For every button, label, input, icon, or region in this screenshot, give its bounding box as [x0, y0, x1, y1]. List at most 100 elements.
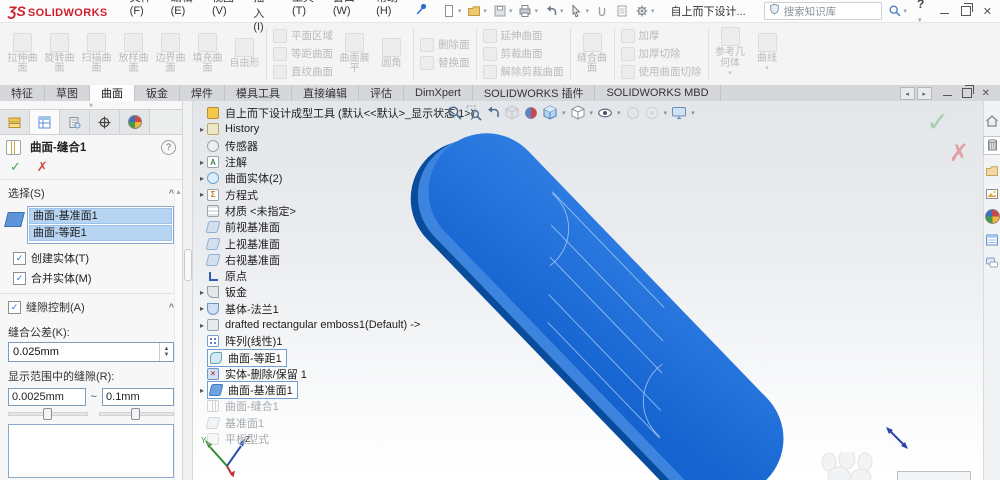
tree-item-surface-plane[interactable]: 曲面-基准面1: [197, 381, 476, 400]
delete-face-button[interactable]: 删除面: [420, 37, 470, 52]
close-icon[interactable]: ✕: [983, 5, 992, 18]
create-solid-checkbox-row[interactable]: 创建实体(T): [0, 246, 182, 266]
cancel-button[interactable]: ✗: [37, 159, 48, 175]
solidworks-resources-icon[interactable]: [983, 136, 1000, 155]
pin-menu-icon[interactable]: [414, 2, 428, 21]
menu-insert[interactable]: 插入(I): [253, 0, 274, 33]
ok-button[interactable]: ✓: [10, 159, 21, 175]
select-icon[interactable]: [567, 3, 591, 19]
properties-icon[interactable]: [613, 3, 631, 19]
tree-item-surface-knit[interactable]: 曲面-缝合1: [197, 398, 476, 414]
extruded-surface-button[interactable]: 拉伸曲面: [5, 32, 40, 75]
appearances-scenes-icon[interactable]: [984, 209, 1000, 224]
tree-item-material[interactable]: 材质 <未指定>: [197, 203, 476, 219]
hide-show-items-icon[interactable]: [597, 105, 613, 121]
tree-item-surface-bodies[interactable]: 曲面实体(2): [197, 170, 476, 186]
selection-listbox[interactable]: 曲面-基准面1 曲面-等距1: [27, 206, 174, 244]
selection-section-header[interactable]: 选择(S) ^: [0, 180, 182, 204]
tree-item-equations[interactable]: 方程式: [197, 186, 476, 202]
confirm-ok-watermark-icon[interactable]: ✓: [926, 107, 949, 138]
graphics-viewport[interactable]: 自上而下设计成型工具 (默认<<默认>_显示状态 1>) History 传感器…: [193, 101, 983, 480]
offset-surface-button[interactable]: 等距曲面: [273, 46, 333, 61]
gap-control-checkbox[interactable]: [8, 300, 21, 314]
selection-item[interactable]: 曲面-等距1: [29, 225, 172, 241]
tab-evaluate[interactable]: 评估: [359, 85, 404, 101]
splitter-handle-icon[interactable]: [184, 249, 192, 281]
knitting-tolerance-input[interactable]: 0.025mm ▲ ▼: [8, 342, 174, 362]
replace-face-button[interactable]: 替换面: [420, 55, 470, 70]
tree-item-flat-pattern[interactable]: 平板型式: [197, 431, 476, 447]
flatten-surface-button[interactable]: 曲面展平: [337, 32, 372, 75]
confirm-cancel-watermark-icon[interactable]: ✗: [949, 139, 969, 168]
tree-item-emboss[interactable]: drafted rectangular emboss1(Default) ->: [197, 317, 476, 333]
doc-minimize-icon[interactable]: [942, 94, 952, 96]
dimxpert-tab-icon[interactable]: [90, 110, 120, 134]
gap-min-slider[interactable]: [8, 408, 89, 420]
edit-appearance-icon[interactable]: [523, 105, 539, 121]
panel-splitter[interactable]: [183, 101, 193, 480]
tree-item-right-plane[interactable]: 右视基准面: [197, 252, 476, 268]
panel-drag-handle[interactable]: ●: [0, 101, 182, 109]
panel-scrollbar[interactable]: ▲: [174, 189, 182, 480]
menu-edit[interactable]: 编辑(E): [171, 0, 194, 33]
tree-item-linear-pattern[interactable]: 阵列(线性)1: [197, 333, 476, 349]
view-palette-icon[interactable]: [985, 186, 1000, 201]
options-gear-icon[interactable]: [633, 3, 657, 19]
tree-item-sheet-metal[interactable]: 钣金: [197, 284, 476, 300]
menu-help[interactable]: 帮助(H): [376, 0, 400, 33]
tab-direct-editing[interactable]: 直接编辑: [292, 85, 359, 101]
spinner-icon[interactable]: ▲ ▼: [159, 343, 173, 361]
freeform-button[interactable]: 自由形: [227, 37, 262, 70]
menu-window[interactable]: 窗口(W): [333, 0, 358, 33]
swept-surface-button[interactable]: 扫描曲面: [79, 32, 114, 75]
tab-scroll-right-icon[interactable]: ▸: [916, 87, 932, 100]
create-solid-checkbox[interactable]: [13, 251, 26, 265]
display-tab-icon[interactable]: [120, 110, 150, 134]
tab-mold-tools[interactable]: 模具工具: [225, 85, 292, 101]
tree-item-top-plane[interactable]: 上视基准面: [197, 235, 476, 251]
doc-restore-icon[interactable]: [961, 85, 974, 98]
curves-button[interactable]: 曲线 ▾: [750, 32, 785, 75]
lofted-surface-button[interactable]: 放样曲面: [116, 32, 151, 75]
save-icon[interactable]: [491, 3, 515, 19]
tab-dimxpert[interactable]: DimXpert: [404, 85, 473, 101]
tab-scroll-left-icon[interactable]: ◂: [899, 87, 915, 100]
untrim-surface-button[interactable]: 解除剪裁曲面: [482, 64, 564, 79]
filled-surface-button[interactable]: 填充曲面: [190, 32, 225, 75]
minimize-icon[interactable]: [939, 12, 949, 14]
tab-sketch[interactable]: 草图: [45, 85, 90, 101]
trim-surface-button[interactable]: 剪裁曲面: [482, 46, 564, 61]
tab-features[interactable]: 特征: [0, 85, 45, 101]
custom-properties-icon[interactable]: [985, 232, 1000, 247]
zoom-to-fit-icon[interactable]: [447, 105, 463, 121]
featuremanager-tab-icon[interactable]: [0, 110, 30, 134]
monitor-icon[interactable]: [671, 105, 687, 121]
tree-item-origin[interactable]: 原点: [197, 268, 476, 284]
print-icon[interactable]: [516, 3, 540, 19]
open-icon[interactable]: [465, 3, 489, 19]
tab-solidworks-mbd[interactable]: SOLIDWORKS MBD: [595, 85, 721, 101]
tree-item-front-plane[interactable]: 前视基准面: [197, 219, 476, 235]
gap-max-input[interactable]: 0.1mm: [102, 388, 174, 406]
reference-geometry-button[interactable]: 参考几何体 ▾: [713, 27, 748, 80]
menu-tools[interactable]: 工具(T): [292, 0, 315, 33]
propertymanager-tab-icon[interactable]: [30, 110, 60, 134]
restore-icon[interactable]: [960, 3, 973, 16]
view-orientation-icon[interactable]: [542, 105, 558, 121]
gap-max-slider[interactable]: [99, 408, 174, 420]
section-view-icon[interactable]: [504, 105, 520, 121]
tree-root[interactable]: 自上而下设计成型工具 (默认<<默认>_显示状态 1>): [197, 105, 476, 121]
tree-item-history[interactable]: History: [197, 121, 476, 137]
gap-min-input[interactable]: 0.0025mm: [8, 388, 86, 406]
attach-icon[interactable]: [593, 3, 611, 19]
ruled-surface-button[interactable]: 直纹曲面: [273, 64, 333, 79]
extend-surface-button[interactable]: 延伸曲面: [482, 28, 564, 43]
tab-solidworks-addins[interactable]: SOLIDWORKS 插件: [473, 85, 596, 101]
doc-close-icon[interactable]: ✕: [982, 88, 990, 99]
revolved-surface-button[interactable]: 旋转曲面: [42, 32, 77, 75]
cut-with-surface-button[interactable]: 使用曲面切除: [620, 64, 702, 79]
selection-item[interactable]: 曲面-基准面1: [29, 208, 172, 224]
home-icon[interactable]: [985, 113, 1000, 128]
knit-surface-button[interactable]: 缝合曲面: [575, 32, 610, 75]
tree-item-surface-offset[interactable]: 曲面-等距1: [197, 348, 476, 367]
